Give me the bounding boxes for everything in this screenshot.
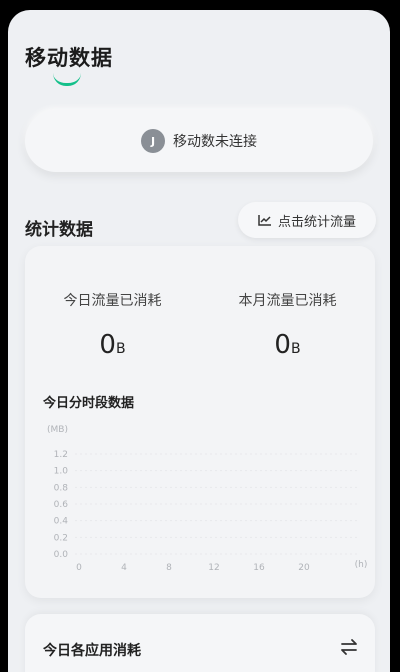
sim-icon: J — [141, 129, 165, 153]
count-traffic-label: 点击统计流量 — [277, 214, 356, 230]
y-tick-label: 0.4 — [54, 517, 69, 527]
x-tick-label: 16 — [253, 563, 265, 573]
x-axis-unit: (h) — [355, 560, 368, 570]
stats-section-title: 统计数据 — [25, 220, 93, 240]
month-usage-unit: B — [290, 341, 301, 357]
app-usage-card: 今日各应用消耗 — [25, 614, 375, 672]
hourly-usage-chart: (MB) 1.2 1.0 0.8 0.6 0.4 0.2 0.0 0 4 8 12 16 20 (h) — [47, 425, 368, 573]
x-tick-label: 4 — [121, 563, 127, 573]
today-usage-label: 今日流量已消耗 — [63, 293, 162, 309]
connection-status-text: 移动数未连接 — [173, 134, 257, 150]
month-usage-label: 本月流量已消耗 — [238, 293, 337, 309]
y-tick-label: 0.2 — [54, 533, 68, 543]
line-chart-icon — [258, 215, 271, 226]
count-traffic-button[interactable]: 点击统计流量 — [238, 202, 376, 238]
swap-icon[interactable] — [339, 638, 359, 656]
y-tick-label: 0.8 — [54, 483, 69, 493]
month-usage: 本月流量已消耗 0B — [200, 290, 375, 360]
y-tick-label: 1.0 — [54, 467, 69, 477]
title-underline — [53, 73, 81, 86]
x-tick-label: 8 — [166, 563, 172, 573]
today-usage-value: 0B — [25, 330, 200, 360]
mobile-data-screen: 移动数据 J 移动数未连接 统计数据 点击统计流量 今日流量已消耗 0B 本月流… — [8, 10, 390, 672]
app-usage-title: 今日各应用消耗 — [43, 643, 141, 659]
y-tick-label: 1.2 — [54, 450, 68, 460]
today-usage-number: 0 — [99, 330, 116, 360]
x-tick-label: 12 — [208, 563, 219, 573]
month-usage-number: 0 — [274, 330, 291, 360]
y-tick-label: 0.0 — [54, 550, 69, 560]
today-usage-unit: B — [115, 341, 126, 357]
page-title: 移动数据 — [25, 46, 113, 70]
y-tick-label: 0.6 — [54, 500, 69, 510]
x-tick-label: 0 — [76, 563, 82, 573]
month-usage-value: 0B — [200, 330, 375, 360]
today-usage: 今日流量已消耗 0B — [25, 290, 200, 360]
usage-card: 今日流量已消耗 0B 本月流量已消耗 0B 今日分时段数据 (MB) 1.2 1.0… — [25, 246, 375, 598]
chart-title: 今日分时段数据 — [43, 396, 135, 411]
x-tick-label: 20 — [298, 563, 310, 573]
connection-status-card[interactable]: J 移动数未连接 — [25, 110, 373, 172]
y-axis-unit: (MB) — [47, 425, 68, 435]
